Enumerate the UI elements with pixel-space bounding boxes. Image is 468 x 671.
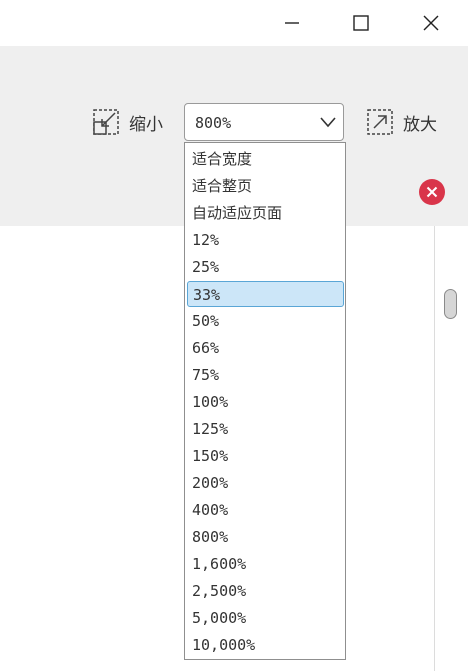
close-icon bbox=[423, 15, 439, 31]
title-bar bbox=[0, 0, 468, 46]
zoom-option[interactable]: 50% bbox=[191, 308, 339, 334]
zoom-option-fit-page[interactable]: 适合整页 bbox=[191, 173, 339, 199]
zoom-option-highlighted[interactable]: 33% bbox=[187, 281, 344, 307]
zoom-out-icon bbox=[93, 109, 119, 135]
zoom-option[interactable]: 12% bbox=[191, 227, 339, 253]
zoom-in-label: 放大 bbox=[403, 114, 437, 135]
zoom-out-label: 缩小 bbox=[129, 114, 163, 135]
minimize-icon bbox=[285, 22, 299, 24]
scrollbar-thumb[interactable] bbox=[444, 289, 457, 319]
close-circle-icon bbox=[426, 186, 438, 198]
zoom-option[interactable]: 200% bbox=[191, 470, 339, 496]
zoom-level-select[interactable]: 800% bbox=[184, 103, 344, 141]
zoom-option[interactable]: 400% bbox=[191, 497, 339, 523]
zoom-option[interactable]: 100% bbox=[191, 389, 339, 415]
error-close-button[interactable] bbox=[419, 179, 445, 205]
maximize-button[interactable] bbox=[341, 6, 381, 40]
zoom-option[interactable]: 125% bbox=[191, 416, 339, 442]
zoom-option-fit-width[interactable]: 适合宽度 bbox=[191, 146, 339, 172]
close-button[interactable] bbox=[411, 6, 451, 40]
zoom-option[interactable]: 75% bbox=[191, 362, 339, 388]
zoom-option[interactable]: 25% bbox=[191, 254, 339, 280]
zoom-option-auto-fit[interactable]: 自动适应页面 bbox=[191, 200, 339, 226]
maximize-icon bbox=[353, 15, 369, 31]
zoom-level-value: 800% bbox=[195, 114, 232, 132]
zoom-out-button[interactable]: 缩小 bbox=[93, 104, 163, 140]
zoom-in-icon bbox=[367, 109, 393, 135]
zoom-option[interactable]: 66% bbox=[191, 335, 339, 361]
zoom-option[interactable]: 1,600% bbox=[191, 551, 339, 577]
zoom-option[interactable]: 150% bbox=[191, 443, 339, 469]
zoom-option[interactable]: 10,000% bbox=[191, 632, 339, 658]
zoom-option[interactable]: 2,500% bbox=[191, 578, 339, 604]
scrollbar-track bbox=[434, 226, 435, 671]
zoom-in-button[interactable]: 放大 bbox=[367, 104, 437, 140]
chevron-down-icon bbox=[320, 117, 336, 128]
zoom-dropdown-list: 适合宽度 适合整页 自动适应页面 12% 25% 33% 50% 66% 75%… bbox=[184, 142, 346, 660]
zoom-option[interactable]: 5,000% bbox=[191, 605, 339, 631]
minimize-button[interactable] bbox=[272, 6, 312, 40]
zoom-option[interactable]: 800% bbox=[191, 524, 339, 550]
